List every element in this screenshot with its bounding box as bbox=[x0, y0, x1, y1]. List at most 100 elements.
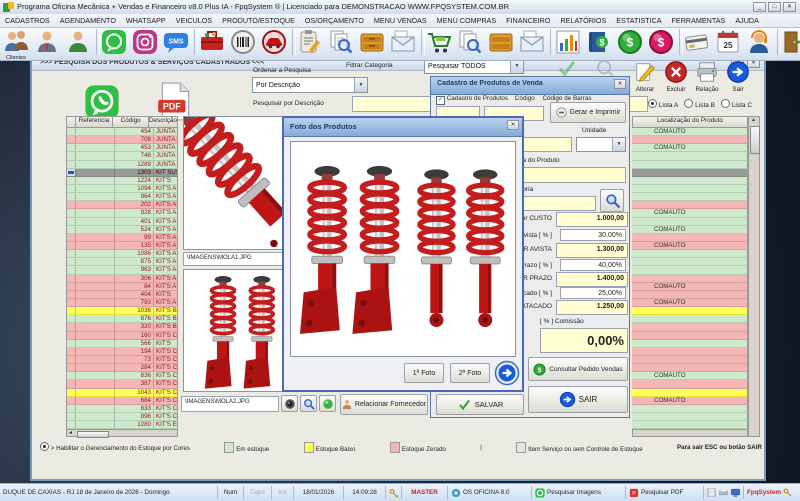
instagram-icon[interactable] bbox=[132, 29, 158, 55]
table-row-location[interactable] bbox=[632, 177, 748, 185]
cadastro-title-bar[interactable]: Cadastro de Produtos de Venda ✕ bbox=[431, 77, 629, 95]
table-row[interactable]: 284KIT'S C bbox=[67, 364, 178, 372]
caixa-icon[interactable]: $ bbox=[586, 29, 612, 55]
table-row[interactable]: 194KIT'S C bbox=[67, 348, 178, 356]
table-row-location[interactable] bbox=[632, 348, 748, 356]
menu-item-ajuda[interactable]: AJUDA bbox=[730, 16, 764, 25]
table-row-location[interactable] bbox=[632, 275, 748, 283]
table-row-location[interactable] bbox=[632, 266, 748, 274]
table-row-location[interactable]: COMAUTO bbox=[632, 299, 748, 307]
pesquisa-os-icon[interactable] bbox=[328, 29, 354, 55]
table-row[interactable]: 833KIT'S C bbox=[67, 405, 178, 413]
pagar-icon[interactable]: $ bbox=[648, 29, 674, 55]
menu-item-os-or-amento[interactable]: OS/ORÇAMENTO bbox=[300, 16, 369, 25]
table-row-location[interactable] bbox=[632, 323, 748, 331]
table-row-location[interactable] bbox=[632, 258, 748, 266]
email-compras-icon[interactable] bbox=[519, 29, 545, 55]
table-row[interactable]: 73KIT'S C bbox=[67, 356, 178, 364]
agenda-icon[interactable]: 25 bbox=[715, 29, 741, 55]
table-row[interactable]: 84KIT'S A bbox=[67, 283, 178, 291]
table-row[interactable]: 453JUNTA bbox=[67, 144, 178, 152]
table-row[interactable]: 99KIT'S A bbox=[67, 234, 178, 242]
col-localizacao[interactable]: Localização do Produto bbox=[632, 116, 748, 128]
table-row[interactable]: 306KIT'S A bbox=[67, 275, 178, 283]
relacionar-fornecedor-button[interactable]: Relacionar Fornecedor bbox=[340, 394, 428, 415]
scroll-left-icon[interactable]: ◄ bbox=[68, 430, 73, 436]
table-row-location[interactable] bbox=[632, 291, 748, 299]
clientes-icon[interactable] bbox=[3, 29, 29, 55]
relacao-icon[interactable] bbox=[695, 60, 719, 89]
cadastro-close-button[interactable]: ✕ bbox=[614, 79, 626, 89]
table-row[interactable]: 793KIT'S A bbox=[67, 299, 178, 307]
table-row[interactable]: 1043KIT'S C bbox=[67, 389, 178, 397]
menu-item-agendamento[interactable]: AGENDAMENTO bbox=[55, 16, 121, 25]
price-field[interactable]: 1.000,00 bbox=[556, 212, 628, 227]
table-row[interactable]: 524KIT'S A bbox=[67, 226, 178, 234]
table-row[interactable]: 566KIT'S bbox=[67, 340, 178, 348]
arquivo-os-icon[interactable] bbox=[359, 29, 385, 55]
table-row-location[interactable] bbox=[632, 136, 748, 144]
foto-close-button[interactable]: ✕ bbox=[507, 120, 519, 130]
minimize-button[interactable]: _ bbox=[753, 2, 766, 12]
table-row[interactable]: 454JUNTA bbox=[67, 128, 178, 136]
table-row[interactable]: 963KIT'S A bbox=[67, 266, 178, 274]
menu-item-veiculos[interactable]: VEICULOS bbox=[171, 16, 217, 25]
table-row[interactable]: 708JUNTA bbox=[67, 136, 178, 144]
table-row-location[interactable] bbox=[632, 234, 748, 242]
price-field[interactable]: 30,00% bbox=[560, 229, 626, 241]
table-row[interactable]: 875KIT'S A bbox=[67, 258, 178, 266]
table-row-location[interactable] bbox=[632, 380, 748, 388]
veiculos-icon[interactable] bbox=[261, 29, 287, 55]
maximize-button[interactable]: □ bbox=[768, 2, 781, 12]
receber-icon[interactable]: $ bbox=[617, 29, 643, 55]
col-referencia[interactable]: Referencia bbox=[76, 117, 114, 127]
table-row[interactable]: 202KIT'S A bbox=[67, 201, 178, 209]
funcionarios-icon[interactable] bbox=[65, 29, 91, 55]
menu-item-financeiro[interactable]: FINANCEIRO bbox=[501, 16, 555, 25]
table-row[interactable]: 387KIT'S C bbox=[67, 380, 178, 388]
radio-lista-c[interactable]: Lista C bbox=[721, 102, 752, 109]
table-row-location[interactable] bbox=[632, 421, 748, 429]
price-field[interactable]: 40,00% bbox=[560, 259, 626, 271]
estatistica-icon[interactable] bbox=[555, 29, 581, 55]
table-row-location[interactable] bbox=[632, 332, 748, 340]
table-row-location[interactable] bbox=[632, 364, 748, 372]
h-scrollbar[interactable]: ◄ bbox=[66, 429, 178, 437]
menu-item-ferramentas[interactable]: FERRAMENTAS bbox=[667, 16, 731, 25]
alterar-icon[interactable] bbox=[633, 60, 657, 89]
compras-icon[interactable] bbox=[426, 29, 452, 55]
table-row-location[interactable]: COMAUTO bbox=[632, 283, 748, 291]
gerar-imprimir-button[interactable]: Gerar e Imprimir bbox=[550, 102, 626, 123]
table-row[interactable]: 160KIT'S C bbox=[67, 332, 178, 340]
table-row[interactable]: 1224KIT'S bbox=[67, 177, 178, 185]
table-row[interactable]: 898KIT'S C bbox=[67, 413, 178, 421]
radio-lista-a[interactable]: Lista A bbox=[648, 102, 678, 109]
foto1-button[interactable]: 1ª Foto bbox=[404, 363, 444, 383]
menu-item-produto-estoque[interactable]: PRODUTO/ESTOQUE bbox=[217, 16, 300, 25]
refresh-photo-button[interactable] bbox=[319, 395, 336, 412]
table-row-location[interactable]: COMAUTO bbox=[632, 128, 748, 136]
table-row-location[interactable] bbox=[632, 315, 748, 323]
table-row[interactable]: 928KIT'S A bbox=[67, 209, 178, 217]
table-row-location[interactable]: COMAUTO bbox=[632, 209, 748, 217]
cartoes-icon[interactable] bbox=[684, 29, 710, 55]
ordenar-dropdown[interactable]: Por Descrição▼ bbox=[252, 77, 368, 93]
fornecedores-icon[interactable] bbox=[34, 29, 60, 55]
table-row-location[interactable] bbox=[632, 307, 748, 315]
table-row-location[interactable] bbox=[632, 250, 748, 258]
table-row[interactable]: 1094KIT'S A bbox=[67, 185, 178, 193]
table-row[interactable]: 135KIT'S A bbox=[67, 242, 178, 250]
sair-sistema-icon[interactable] bbox=[782, 29, 800, 55]
arquivo-compras-icon[interactable] bbox=[488, 29, 514, 55]
legend-habilitar[interactable]: > Habilitar o Gerenciamento do Estoque p… bbox=[40, 442, 190, 452]
col-descricao[interactable]: Descrição bbox=[149, 117, 177, 127]
cadastro-sair-button[interactable]: SAIR bbox=[528, 386, 628, 413]
table-row-location[interactable]: COMAUTO bbox=[632, 372, 748, 380]
table-row-location[interactable] bbox=[632, 218, 748, 226]
table-row[interactable]: 964KIT'S A bbox=[67, 193, 178, 201]
table-row-location[interactable] bbox=[632, 356, 748, 364]
whatsapp-icon[interactable] bbox=[101, 29, 127, 55]
table-row-location[interactable] bbox=[632, 201, 748, 209]
table-row[interactable]: 836KIT'S C bbox=[67, 372, 178, 380]
table-row[interactable]: 1303KIT SUS bbox=[67, 169, 178, 177]
